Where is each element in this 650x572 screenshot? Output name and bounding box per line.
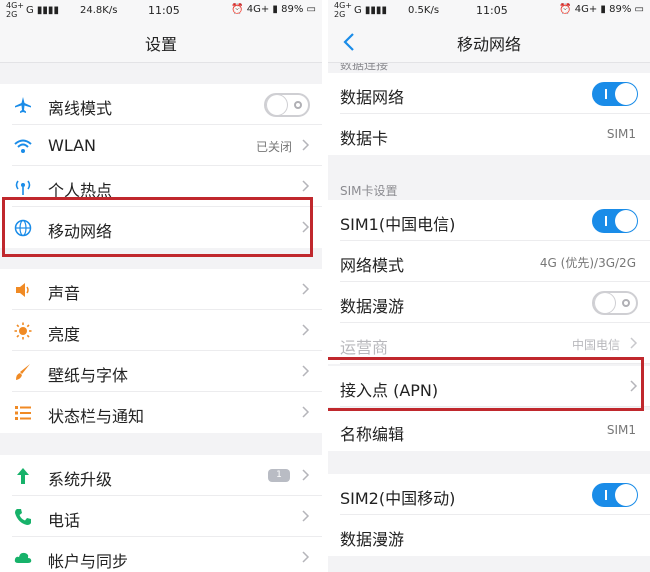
app-bar: 移动网络 <box>328 22 650 63</box>
item-sim1[interactable]: SIM1(中国电信) <box>328 200 650 241</box>
chevron-right-icon <box>302 551 310 563</box>
item-label: 声音 <box>48 284 81 303</box>
sim1-toggle[interactable] <box>592 209 638 233</box>
app-bar: 设置 <box>0 22 322 63</box>
status-bar: 4G+ 2G G ▮▮▮▮ 24.8K/s 11:05 ⏰ 4G+ ▮ 89% ▭ <box>0 0 322 22</box>
settings-item-sound[interactable]: 声音 <box>0 269 322 310</box>
wlan-status: 已关闭 <box>255 140 292 154</box>
clock: 11:05 <box>476 4 508 17</box>
airplane-mode-toggle[interactable] <box>264 93 310 117</box>
signal-icon: G ▮▮▮▮ <box>26 5 59 16</box>
section-header-sim-settings: SIM卡设置 <box>340 184 398 198</box>
item-label: 移动网络 <box>48 222 113 241</box>
item-label: 个人热点 <box>48 181 113 200</box>
item-label: 数据漫游 <box>340 530 405 549</box>
network-indicator: 4G+ 2G <box>6 1 24 19</box>
chevron-right-icon <box>302 180 310 192</box>
data-roaming-toggle[interactable] <box>592 291 638 315</box>
item-apn[interactable]: 接入点 (APN) <box>328 366 650 407</box>
chevron-right-icon <box>302 221 310 233</box>
chevron-right-icon <box>302 324 310 336</box>
item-label: 壁纸与字体 <box>48 366 129 385</box>
arrow-up-icon <box>17 468 29 484</box>
carrier-value: 中国电信 <box>571 338 620 352</box>
globe-icon <box>14 219 32 237</box>
item-label: 网络模式 <box>340 256 405 275</box>
status-right: ⏰ 4G+ ▮ 89% ▭ <box>231 4 316 15</box>
item-label: 接入点 (APN) <box>340 381 439 400</box>
chevron-right-icon <box>302 365 310 377</box>
item-label: 状态栏与通知 <box>48 407 145 426</box>
data-network-toggle[interactable] <box>592 82 638 106</box>
item-network-mode[interactable]: 网络模式 4G (优先)/3G/2G <box>328 241 650 282</box>
item-label: 数据卡 <box>340 129 389 148</box>
item-data-roaming-sim2[interactable]: 数据漫游 <box>328 515 650 556</box>
settings-item-hotspot[interactable]: 个人热点 <box>0 166 322 207</box>
name-edit-value: SIM1 <box>606 423 636 437</box>
item-carrier[interactable]: 运营商 中国电信 <box>328 323 650 364</box>
update-count-badge: 1 <box>268 469 290 482</box>
chevron-right-icon <box>302 406 310 418</box>
item-label: 系统升级 <box>48 470 113 489</box>
item-data-network[interactable]: 数据网络 <box>328 73 650 114</box>
settings-item-wallpaper-font[interactable]: 壁纸与字体 <box>0 351 322 392</box>
mobile-network-screen: 4G+ 2G G ▮▮▮▮ 0.5K/s 11:05 ⏰ 4G+ ▮ 89% ▭ … <box>328 0 650 572</box>
signal-icon: G ▮▮▮▮ <box>354 5 387 16</box>
settings-item-wlan[interactable]: WLAN 已关闭 <box>0 125 322 166</box>
item-data-roaming-sim1[interactable]: 数据漫游 <box>328 282 650 323</box>
status-bar: 4G+ 2G G ▮▮▮▮ 0.5K/s 11:05 ⏰ 4G+ ▮ 89% ▭ <box>328 0 650 22</box>
item-label: 数据漫游 <box>340 297 405 316</box>
settings-item-phone[interactable]: 电话 <box>0 496 322 537</box>
settings-item-accounts-sync[interactable]: 帐户与同步 <box>0 537 322 572</box>
page-title: 移动网络 <box>456 35 521 54</box>
item-label: 离线模式 <box>48 99 113 118</box>
item-sim2[interactable]: SIM2(中国移动) <box>328 474 650 515</box>
settings-item-airplane-mode[interactable]: 离线模式 <box>0 84 322 125</box>
airplane-icon <box>15 97 31 113</box>
speaker-icon <box>16 283 29 297</box>
page-title: 设置 <box>144 35 177 54</box>
hotspot-icon <box>15 180 31 195</box>
chevron-right-icon <box>630 337 638 349</box>
item-data-card[interactable]: 数据卡 SIM1 <box>328 114 650 155</box>
chevron-right-icon <box>630 380 638 392</box>
item-label: WLAN <box>48 136 97 155</box>
settings-item-brightness[interactable]: 亮度 <box>0 310 322 351</box>
network-speed: 24.8K/s <box>80 5 118 16</box>
item-label: SIM2(中国移动) <box>340 489 456 508</box>
sim2-toggle[interactable] <box>592 483 638 507</box>
chevron-right-icon <box>302 510 310 522</box>
clock: 11:05 <box>148 4 180 17</box>
settings-item-mobile-network[interactable]: 移动网络 <box>0 207 322 248</box>
chevron-right-icon <box>302 469 310 481</box>
network-speed: 0.5K/s <box>408 5 440 16</box>
settings-screen: 4G+ 2G G ▮▮▮▮ 24.8K/s 11:05 ⏰ 4G+ ▮ 89% ▭… <box>0 0 322 572</box>
brush-icon <box>16 364 30 380</box>
network-indicator: 4G+ 2G <box>334 1 352 19</box>
cloud-sync-icon <box>14 552 32 563</box>
item-label: 亮度 <box>48 325 81 344</box>
item-name-edit[interactable]: 名称编辑 SIM1 <box>328 410 650 451</box>
item-label: SIM1(中国电信) <box>340 215 456 234</box>
settings-item-statusbar-notifications[interactable]: 状态栏与通知 <box>0 392 322 433</box>
item-label: 电话 <box>48 511 81 530</box>
chevron-right-icon <box>302 283 310 295</box>
network-mode-value: 4G (优先)/3G/2G <box>539 256 636 270</box>
data-card-value: SIM1 <box>606 127 636 141</box>
item-label: 帐户与同步 <box>48 552 129 571</box>
item-label: 数据网络 <box>340 88 405 107</box>
status-right: ⏰ 4G+ ▮ 89% ▭ <box>559 4 644 15</box>
item-label: 名称编辑 <box>340 425 405 444</box>
item-label: 运营商 <box>340 338 389 357</box>
chevron-right-icon <box>302 139 310 151</box>
phone-icon <box>15 509 31 525</box>
sun-icon <box>14 322 32 340</box>
wifi-icon <box>14 139 32 153</box>
settings-item-system-update[interactable]: 系统升级 1 <box>0 455 322 496</box>
list-icon <box>15 406 31 420</box>
